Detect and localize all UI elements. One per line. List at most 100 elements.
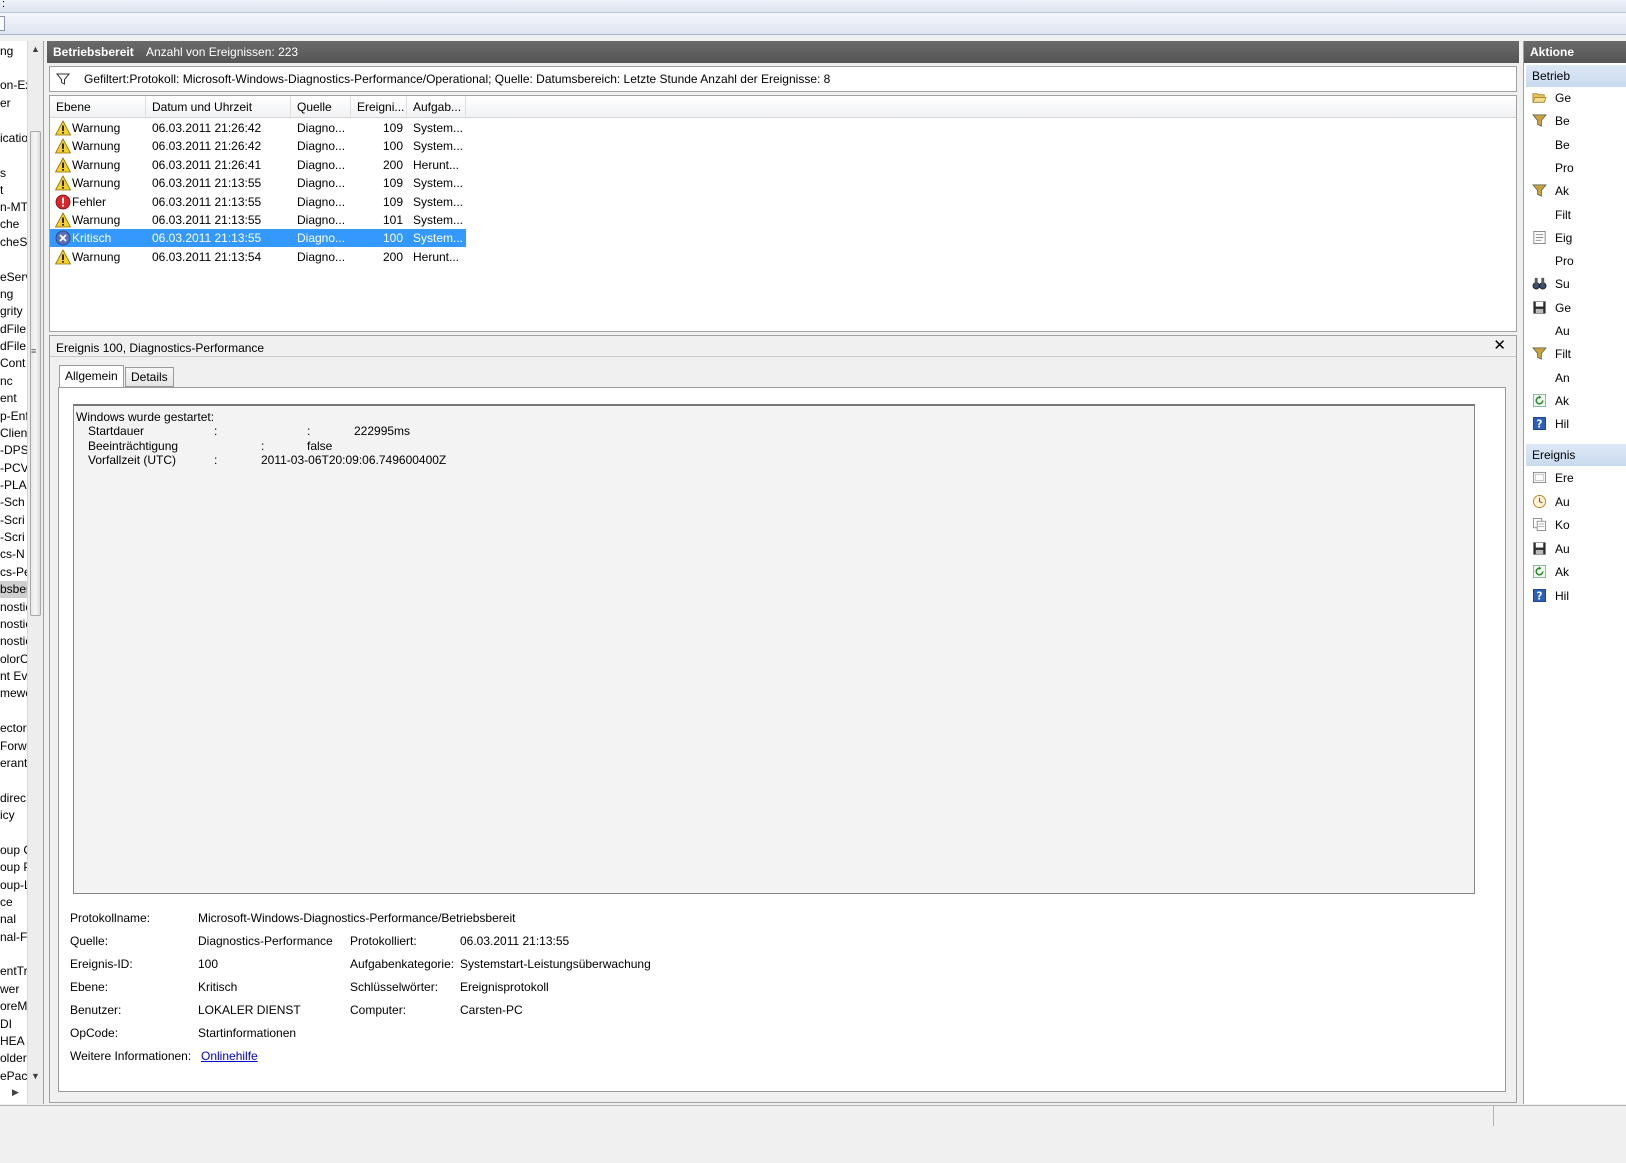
tree-item[interactable]: s — [0, 165, 27, 182]
action-item[interactable]: Ak — [1524, 180, 1626, 202]
table-row[interactable]: Fehler 06.03.2011 21:13:55 Diagno... 109 Sys… — [50, 193, 466, 211]
action-item[interactable]: Eig — [1524, 227, 1626, 249]
tab-allgemein[interactable]: Allgemein — [59, 365, 124, 388]
tree-item[interactable]: cs-Pe — [0, 564, 31, 581]
tree-item[interactable]: nc — [0, 373, 27, 390]
column-header-level[interactable]: Ebene — [50, 96, 146, 118]
tree-item[interactable]: oreM — [0, 998, 27, 1015]
tree-item[interactable]: Clien — [0, 425, 27, 442]
tree-item[interactable]: on-Ex — [0, 77, 31, 94]
actions-section-log[interactable]: Betrieb — [1526, 65, 1626, 87]
tree-item[interactable]: t — [0, 182, 27, 199]
tree-item[interactable]: -Scri — [0, 529, 27, 546]
tree-item[interactable]: -Scri — [0, 512, 27, 529]
action-item[interactable]: Ko — [1524, 514, 1626, 536]
tree-item[interactable]: olorC — [0, 651, 29, 668]
action-item[interactable]: Filt — [1524, 204, 1626, 226]
tree-item[interactable]: nal-F — [0, 929, 27, 946]
tree-item[interactable]: nostic — [0, 599, 31, 616]
actions-section-event[interactable]: Ereignis — [1526, 444, 1626, 466]
tree-item[interactable]: wer — [0, 981, 27, 998]
action-item[interactable]: Ak — [1524, 561, 1626, 583]
tree-item[interactable]: olders — [0, 1050, 33, 1067]
tree-item[interactable]: icatior — [0, 130, 32, 147]
action-item[interactable]: Ge — [1524, 87, 1626, 109]
tree-item[interactable]: nostic — [0, 616, 31, 633]
tab-details[interactable]: Details — [125, 367, 174, 387]
tree-item[interactable]: erant — [0, 755, 27, 772]
action-item[interactable]: Be — [1524, 110, 1626, 132]
table-row[interactable]: Warnung 06.03.2011 21:26:41 Diagno... 200 He… — [50, 156, 466, 174]
tree-item[interactable]: Forw — [0, 738, 27, 755]
menu-fragment[interactable]: : — [2, 0, 5, 10]
tree-item[interactable]: che — [0, 216, 27, 233]
tree-item[interactable]: icy — [0, 807, 27, 824]
table-row[interactable]: Warnung 06.03.2011 21:13:55 Diagno... 101 Sy… — [50, 211, 466, 229]
tree-item[interactable]: cs-N — [0, 546, 27, 563]
table-row[interactable]: Warnung 06.03.2011 21:13:54 Diagno... 200 He… — [50, 248, 466, 266]
table-row[interactable]: Warnung 06.03.2011 21:26:42 Diagno... 109 Sy… — [50, 119, 466, 137]
tree-item[interactable]: direc — [0, 790, 27, 807]
action-item[interactable]: Au — [1524, 491, 1626, 513]
tree-item[interactable]: grity — [0, 303, 27, 320]
action-item[interactable]: Be — [1524, 134, 1626, 156]
scrollbar-thumb[interactable] — [30, 131, 41, 616]
action-item[interactable]: ? Hil — [1524, 585, 1626, 607]
tree-item[interactable]: ng — [0, 286, 27, 303]
tree-scrollbar[interactable]: ▲ ▼ ≡ — [27, 41, 43, 1104]
tree-item[interactable]: bsber — [0, 581, 30, 598]
tree-item[interactable]: dFileF — [0, 321, 33, 338]
tree-item[interactable]: -Sch — [0, 494, 27, 511]
tree-item[interactable]: ector — [0, 720, 27, 737]
tree-item[interactable]: ng — [0, 43, 27, 60]
tree-item[interactable]: nt Eve — [0, 668, 34, 685]
action-item[interactable]: Pro — [1524, 250, 1626, 272]
tree-item[interactable]: -PCV — [0, 460, 29, 477]
tree-item[interactable]: nal — [0, 911, 27, 928]
tree-item[interactable]: Cont — [0, 355, 27, 372]
action-item[interactable]: Ge — [1524, 297, 1626, 319]
tree-item[interactable]: eServ — [0, 269, 31, 286]
action-item[interactable]: Su — [1524, 273, 1626, 295]
toolbar-button[interactable] — [0, 16, 5, 31]
tree-item[interactable]: entTr — [0, 963, 28, 980]
tree-item[interactable]: p-Enf — [0, 408, 29, 425]
column-header-task[interactable]: Aufgab... — [407, 96, 466, 118]
action-item[interactable]: An — [1524, 367, 1626, 389]
tree-item[interactable]: HEA — [0, 1033, 27, 1050]
action-item[interactable]: Ere — [1524, 467, 1626, 489]
table-row[interactable]: Warnung 06.03.2011 21:26:42 Diagno... 100 Sy… — [50, 137, 466, 155]
action-item[interactable]: Au — [1524, 538, 1626, 560]
close-icon[interactable]: ✕ — [1493, 338, 1506, 354]
tree-item[interactable]: nostic — [0, 633, 31, 650]
column-header-source[interactable]: Quelle — [291, 96, 351, 118]
tree-item[interactable]: oup P — [0, 859, 31, 876]
action-item[interactable]: Pro — [1524, 157, 1626, 179]
tree-item[interactable]: cheS — [0, 234, 27, 251]
action-item[interactable]: Ak — [1524, 390, 1626, 412]
tree-item[interactable]: DI — [0, 1016, 27, 1033]
column-header-event-id[interactable]: Ereigni... — [351, 96, 407, 118]
action-item[interactable]: Filt — [1524, 343, 1626, 365]
tree-item[interactable]: oup-L — [0, 877, 31, 894]
tree-item[interactable]: dFileF — [0, 338, 33, 355]
event-message-box[interactable]: Windows wurde gestartet: Startdauer : : … — [73, 404, 1475, 894]
scroll-down-arrow-icon[interactable]: ▼ — [31, 1071, 40, 1081]
tree-item[interactable]: er — [0, 95, 27, 112]
table-row[interactable]: Warnung 06.03.2011 21:13:55 Diagno... 109 Sy… — [50, 174, 466, 192]
tree-item[interactable]: ePack — [0, 1068, 33, 1085]
tree-item[interactable]: n-MT — [0, 199, 28, 216]
column-header-datetime[interactable]: Datum und Uhrzeit — [146, 96, 291, 118]
tree-item[interactable]: mewo — [0, 685, 32, 702]
scroll-right-arrow-icon[interactable]: ▶ — [12, 1087, 19, 1098]
online-help-link[interactable]: Onlinehilfe — [201, 1049, 258, 1063]
tree-item[interactable]: -DPS — [0, 442, 29, 459]
action-item[interactable]: ? Hil — [1524, 413, 1626, 435]
scroll-up-arrow-icon[interactable]: ▲ — [31, 44, 40, 54]
table-row[interactable]: Kritisch 06.03.2011 21:13:55 Diagno... 100 S… — [50, 229, 466, 248]
action-item[interactable]: Au — [1524, 320, 1626, 342]
tree-item[interactable]: -PLA — [0, 477, 27, 494]
tree-item[interactable]: oup C — [0, 842, 32, 859]
tree-item[interactable]: ent — [0, 390, 27, 407]
tree-item[interactable]: ce — [0, 894, 27, 911]
